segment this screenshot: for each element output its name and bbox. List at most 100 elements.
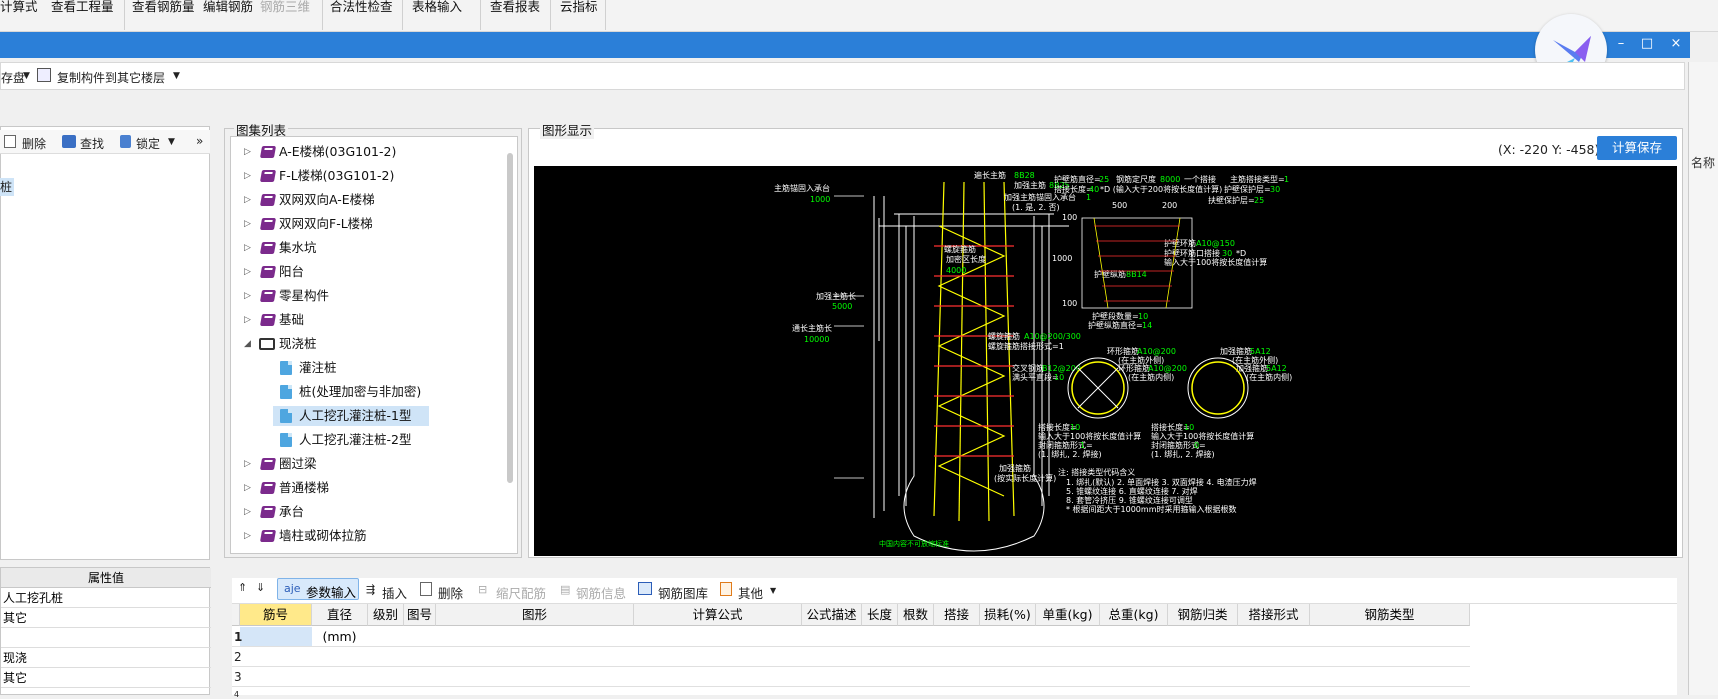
lock-button[interactable]: 锁定 xyxy=(136,135,160,152)
drawing-canvas[interactable]: 遍长主筋 8B28 主筋锚固入承台 1000 加强主筋 8B25 加强主筋锚固入… xyxy=(534,166,1677,556)
tree-item-double-ae-stairs[interactable]: ▷ 双网双向A-E楼梯 xyxy=(231,189,511,211)
tree-item-double-fl-stairs[interactable]: ▷ 双网双向F-L楼梯 xyxy=(231,213,511,235)
tree-item-manual-pile-2[interactable]: 人工挖孔灌注桩-2型 xyxy=(231,429,511,451)
row-number[interactable]: 3 xyxy=(234,670,242,684)
label-text: 交叉钢筋 xyxy=(1012,363,1044,373)
chevron-down-icon[interactable]: ▼ xyxy=(23,71,30,81)
component-list-panel xyxy=(0,126,210,560)
label-value: A10@150 xyxy=(1196,239,1235,248)
label-value: A10@200 xyxy=(1137,347,1176,356)
label-value: 25 xyxy=(1099,175,1109,184)
label-text: 护壁筋直径= xyxy=(1054,174,1101,184)
selected-cell[interactable] xyxy=(240,627,312,646)
col-header[interactable]: 公式描述 xyxy=(802,604,862,626)
col-header[interactable]: 长度 xyxy=(862,604,898,626)
row-number[interactable]: 2 xyxy=(234,650,242,664)
tree-item-pile-densified[interactable]: 桩(处理加密与非加密) xyxy=(231,381,511,403)
tree-item-ring-beam[interactable]: ▷ 圈过梁 xyxy=(231,453,511,475)
col-header[interactable]: 计算公式 xyxy=(634,604,802,626)
tree-item-wall-tie[interactable]: ▷ 墙柱或砌体拉筋 xyxy=(231,525,511,547)
other-button[interactable]: 其他 xyxy=(738,583,763,602)
tree-item-balcony[interactable]: ▷ 阳台 xyxy=(231,261,511,283)
maximize-button[interactable]: □ xyxy=(1638,36,1656,52)
prop-value-row[interactable]: 其它 xyxy=(1,608,211,628)
dialog-title-bar[interactable] xyxy=(0,32,1690,58)
vertical-scrollbar[interactable] xyxy=(507,153,513,483)
col-header[interactable]: 搭接形式 xyxy=(1238,604,1310,626)
scale-rebar-button[interactable]: 缩尺配筋 xyxy=(496,583,546,602)
close-button[interactable]: × xyxy=(1667,36,1685,52)
label-text: (在主筋内侧) xyxy=(1246,372,1292,382)
col-header[interactable]: 钢筋归类 xyxy=(1168,604,1238,626)
rebar-library-button[interactable]: 钢筋图库 xyxy=(658,583,708,602)
tree-item-misc[interactable]: ▷ 零星构件 xyxy=(231,285,511,307)
col-header[interactable]: 根数 xyxy=(898,604,934,626)
menu-view-report[interactable]: 查看报表 xyxy=(490,0,540,28)
prop-value-row[interactable] xyxy=(1,628,211,648)
move-down-icon[interactable]: ⇓ xyxy=(256,581,265,594)
delete-button[interactable]: 删除 xyxy=(22,135,46,152)
chevron-down-icon[interactable]: ▼ xyxy=(770,586,776,595)
menu-validity-check[interactable]: 合法性检查 xyxy=(330,0,393,28)
tree-item-cast-pile[interactable]: ◢ 现浇桩 xyxy=(231,333,511,355)
tree-item-pile-cap[interactable]: ▷ 承台 xyxy=(231,501,511,523)
menu-table-input[interactable]: 表格输入 xyxy=(412,0,462,28)
col-header[interactable]: 直径(mm) xyxy=(312,604,368,644)
label-text: (按实际长度计算) xyxy=(994,473,1056,483)
save-floor-button[interactable]: 存盘 xyxy=(1,69,25,86)
col-header[interactable]: 损耗(%) xyxy=(980,604,1036,626)
tree-item-normal-stairs[interactable]: ▷ 普通楼梯 xyxy=(231,477,511,499)
move-up-icon[interactable]: ⇑ xyxy=(238,581,247,594)
prop-value-row[interactable]: 现浇 xyxy=(1,648,211,668)
label-text: 输入大于100将按长度值计算 xyxy=(1164,257,1267,267)
delete-row-button[interactable]: 删除 xyxy=(438,583,463,602)
minimize-button[interactable]: – xyxy=(1612,36,1630,52)
menu-edit-rebar[interactable]: 编辑钢筋 xyxy=(203,0,253,28)
tree-item-sump[interactable]: ▷ 集水坑 xyxy=(231,237,511,259)
book-icon xyxy=(259,146,277,158)
lock-icon xyxy=(120,135,131,148)
row-number[interactable]: 1 xyxy=(234,630,242,644)
col-header[interactable]: 总重(kg) xyxy=(1100,604,1168,626)
param-input-button[interactable]: aje 参数输入 xyxy=(277,578,359,600)
insert-button[interactable]: 插入 xyxy=(382,583,407,602)
col-header[interactable]: 单重(kg) xyxy=(1036,604,1100,626)
chevron-down-icon[interactable]: ▼ xyxy=(173,71,180,81)
col-header[interactable]: 钢筋类型 xyxy=(1310,604,1470,626)
tree-row-pile[interactable]: 桩 xyxy=(0,178,14,196)
menu-view-quantity[interactable]: 查看工程量 xyxy=(51,0,114,28)
copy-to-floor-button[interactable]: 复制构件到其它楼层 xyxy=(57,69,165,86)
spiral-stirrups xyxy=(934,245,1014,457)
prop-value-row[interactable]: 人工挖孔桩 xyxy=(1,588,211,608)
chevron-down-icon[interactable]: ▼ xyxy=(168,137,175,147)
label-text: 护壁环筋 xyxy=(1164,238,1196,248)
prop-value-row[interactable]: 其它 xyxy=(1,668,211,688)
menu-separator xyxy=(550,0,551,30)
menu-view-rebar[interactable]: 查看钢筋量 xyxy=(132,0,195,28)
label-text: 加强箍筋 xyxy=(999,463,1031,473)
calc-save-button[interactable]: 计算保存 xyxy=(1597,136,1677,160)
menu-formula[interactable]: 计算式 xyxy=(0,0,38,28)
tree-item-bored-pile[interactable]: 灌注桩 xyxy=(231,357,511,379)
more-button[interactable]: » xyxy=(196,134,203,148)
col-header[interactable]: 搭接 xyxy=(934,604,980,626)
find-button[interactable]: 查找 xyxy=(80,135,104,152)
col-header[interactable]: 筋号 xyxy=(240,604,312,626)
label-text: 100 xyxy=(1062,213,1077,222)
col-header[interactable]: 图号 xyxy=(404,604,436,626)
page-icon xyxy=(280,385,292,399)
label-text: 环形箍筋 xyxy=(1107,346,1139,356)
tree-item-fl-stairs[interactable]: ▷ F-L楼梯(03G101-2) xyxy=(231,165,511,187)
tree-item-foundation[interactable]: ▷ 基础 xyxy=(231,309,511,331)
delete-icon xyxy=(4,135,16,148)
atlas-tree: ▷ A-E楼梯(03G101-2) ▷ F-L楼梯(03G101-2) ▷ 双网双向A… xyxy=(230,136,518,554)
col-header[interactable]: 图形 xyxy=(436,604,634,626)
delete-icon xyxy=(420,582,432,596)
label-text: 螺旋箍筋 xyxy=(944,244,976,254)
rebar-info-button[interactable]: 钢筋信息 xyxy=(576,583,626,602)
tree-item-ae-stairs[interactable]: ▷ A-E楼梯(03G101-2) xyxy=(231,141,511,163)
tree-item-manual-pile-1[interactable]: 人工挖孔灌注桩-1型 xyxy=(231,405,511,427)
menu-cloud-index[interactable]: 云指标 xyxy=(560,0,598,28)
col-header[interactable]: 级别 xyxy=(368,604,404,626)
menu-rebar-3d[interactable]: 钢筋三维 xyxy=(260,0,310,28)
